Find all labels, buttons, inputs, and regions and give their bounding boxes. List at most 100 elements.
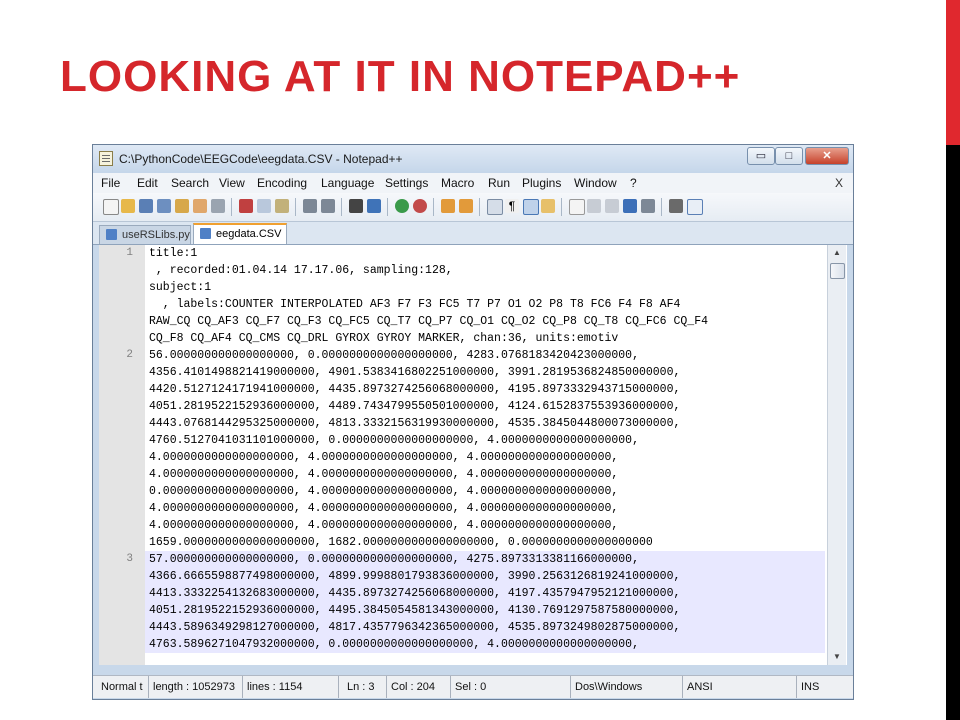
zoom-out-icon[interactable]	[413, 199, 427, 213]
sync-h-icon[interactable]	[459, 199, 473, 213]
maximize-button[interactable]: □	[775, 147, 803, 165]
new-file-icon[interactable]	[103, 199, 119, 215]
save-macro-icon[interactable]	[641, 199, 655, 213]
code-line[interactable]: 4443.5896349298127000000, 4817.435779634…	[145, 619, 825, 636]
record-macro-icon[interactable]	[569, 199, 585, 215]
menu-edit[interactable]: Edit	[137, 176, 158, 190]
toolbar-separator	[341, 198, 342, 216]
toolbar-separator	[433, 198, 434, 216]
copy-icon[interactable]	[257, 199, 271, 213]
code-line[interactable]: 4413.3332254132683000000, 4435.897327425…	[145, 585, 825, 602]
code-line[interactable]: 4420.5127124171941000000, 4435.897327425…	[145, 381, 825, 398]
menu-search[interactable]: Search	[171, 176, 209, 190]
sync-v-icon[interactable]	[441, 199, 455, 213]
run-icon[interactable]	[669, 199, 683, 213]
toolbar-separator	[295, 198, 296, 216]
file-icon	[106, 229, 117, 240]
code-line[interactable]: 1659.0000000000000000000, 1682.000000000…	[145, 534, 825, 551]
close-document-x[interactable]: X	[835, 176, 843, 190]
slide-title: LOOKING AT IT IN NOTEPAD++	[60, 52, 741, 101]
line-number: 3	[126, 553, 133, 565]
toolbar: ¶	[93, 193, 853, 222]
code-line[interactable]: 4.0000000000000000000, 4.000000000000000…	[145, 517, 825, 534]
code-line[interactable]: 4051.2819522152936000000, 4495.384505458…	[145, 602, 825, 619]
close-icon[interactable]	[175, 199, 189, 213]
code-line[interactable]: RAW_CQ CQ_AF3 CQ_F7 CQ_F3 CQ_FC5 CQ_T7 C…	[145, 313, 825, 330]
status-doc-type: Normal t	[97, 676, 149, 698]
code-line[interactable]: 0.0000000000000000000, 4.000000000000000…	[145, 483, 825, 500]
line-number: 1	[126, 247, 133, 259]
status-sel: Sel : 0	[451, 676, 571, 698]
code-line[interactable]: title:1	[145, 245, 825, 262]
close-all-icon[interactable]	[193, 199, 207, 213]
vertical-scrollbar[interactable]: ▲ ▼	[827, 245, 846, 665]
find-icon[interactable]	[349, 199, 363, 213]
code-line[interactable]: 57.000000000000000000, 0.000000000000000…	[145, 551, 825, 568]
tab-label: useRSLibs.py	[122, 229, 190, 241]
save-icon[interactable]	[139, 199, 153, 213]
tab-bar: useRSLibs.py eegdata.CSV	[93, 222, 853, 245]
menu-encoding[interactable]: Encoding	[257, 176, 307, 190]
undo-icon[interactable]	[303, 199, 317, 213]
code-line[interactable]: CQ_F8 CQ_AF4 CQ_CMS CQ_DRL GYROX GYROY M…	[145, 330, 825, 347]
status-length: length : 1052973	[149, 676, 243, 698]
replace-icon[interactable]	[367, 199, 381, 213]
scroll-down-icon[interactable]: ▼	[828, 649, 846, 665]
status-eol: Dos\Windows	[571, 676, 683, 698]
menu-view[interactable]: View	[219, 176, 245, 190]
code-line[interactable]: 56.000000000000000000, 0.000000000000000…	[145, 347, 825, 364]
stop-macro-icon[interactable]	[587, 199, 601, 213]
code-line[interactable]: , recorded:01.04.14 17.17.06, sampling:1…	[145, 262, 825, 279]
scroll-up-icon[interactable]: ▲	[828, 245, 846, 261]
text-area[interactable]: title:1 , recorded:01.04.14 17.17.06, sa…	[145, 245, 825, 665]
spellcheck-icon[interactable]	[687, 199, 703, 215]
zoom-in-icon[interactable]	[395, 199, 409, 213]
menu-macro[interactable]: Macro	[441, 176, 474, 190]
menu-window[interactable]: Window	[574, 176, 617, 190]
save-all-icon[interactable]	[157, 199, 171, 213]
minimize-button[interactable]: ▭	[747, 147, 775, 165]
code-line[interactable]: subject:1	[145, 279, 825, 296]
code-line[interactable]: 4763.5896271047932000000, 0.000000000000…	[145, 636, 825, 653]
toolbar-separator	[479, 198, 480, 216]
print-icon[interactable]	[211, 199, 225, 213]
show-all-chars-icon[interactable]: ¶	[505, 199, 519, 213]
user-lang-icon[interactable]	[541, 199, 555, 213]
title-bar[interactable]: C:\PythonCode\EEGCode\eegdata.CSV - Note…	[93, 145, 853, 173]
run-macro-multiple-icon[interactable]	[623, 199, 637, 213]
code-line[interactable]: 4051.2819522152936000000, 4489.743479955…	[145, 398, 825, 415]
redo-icon[interactable]	[321, 199, 335, 213]
editor[interactable]: 1 2 3 title:1 , recorded:01.04.14 17.17.06…	[99, 245, 847, 665]
code-line[interactable]: 4.0000000000000000000, 4.000000000000000…	[145, 466, 825, 483]
code-line[interactable]: 4.0000000000000000000, 4.000000000000000…	[145, 500, 825, 517]
menu-file[interactable]: File	[101, 176, 120, 190]
word-wrap-icon[interactable]	[487, 199, 503, 215]
menu-language[interactable]: Language	[321, 176, 374, 190]
toolbar-separator	[561, 198, 562, 216]
code-line[interactable]: , labels:COUNTER INTERPOLATED AF3 F7 F3 …	[145, 296, 825, 313]
status-bar: Normal t length : 1052973 lines : 1154 L…	[93, 675, 853, 698]
menu-settings[interactable]: Settings	[385, 176, 428, 190]
status-ln: Ln : 3	[343, 676, 387, 698]
code-line[interactable]: 4366.6665598877498000000, 4899.999880179…	[145, 568, 825, 585]
status-lines: lines : 1154	[243, 676, 339, 698]
toolbar-separator	[661, 198, 662, 216]
cut-icon[interactable]	[239, 199, 253, 213]
menu-plugins[interactable]: Plugins	[522, 176, 561, 190]
paste-icon[interactable]	[275, 199, 289, 213]
menu-help[interactable]: ?	[630, 176, 637, 190]
line-number-gutter: 1 2 3	[99, 245, 145, 665]
tab-userslibs[interactable]: useRSLibs.py	[99, 225, 191, 244]
code-line[interactable]: 4443.0768144295325000000, 4813.333215631…	[145, 415, 825, 432]
menu-run[interactable]: Run	[488, 176, 510, 190]
code-line[interactable]: 4.0000000000000000000, 4.000000000000000…	[145, 449, 825, 466]
tab-eegdata[interactable]: eegdata.CSV	[193, 223, 287, 244]
code-line[interactable]: 4760.5127041031101000000, 0.000000000000…	[145, 432, 825, 449]
code-line[interactable]: 4356.4101498821419000000, 4901.538341680…	[145, 364, 825, 381]
line-number: 2	[126, 349, 133, 361]
open-file-icon[interactable]	[121, 199, 135, 213]
indent-guide-icon[interactable]	[523, 199, 539, 215]
close-button[interactable]: ✕	[805, 147, 849, 165]
play-macro-icon[interactable]	[605, 199, 619, 213]
scroll-thumb[interactable]	[830, 263, 845, 279]
